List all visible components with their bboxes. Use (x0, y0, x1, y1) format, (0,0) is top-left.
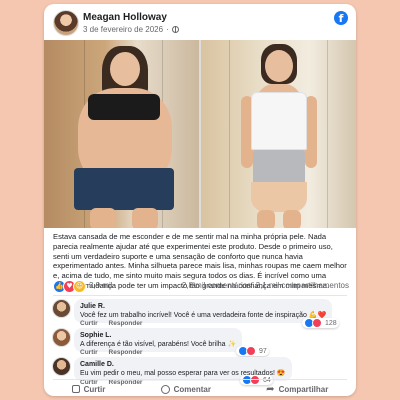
love-reaction-icon (246, 346, 256, 356)
author-avatar[interactable] (53, 10, 79, 36)
meta-separator: · (166, 25, 169, 34)
share-icon: ➦ (266, 383, 275, 395)
comment-like-link[interactable]: Curtir (80, 320, 98, 327)
door-edge (327, 40, 328, 228)
comment-label: Comentar (173, 384, 211, 394)
commenter-name[interactable]: Camille D. (80, 360, 286, 369)
leg (257, 210, 275, 228)
commenter-avatar[interactable] (52, 328, 71, 347)
divider (53, 295, 347, 296)
comments-shares-count[interactable]: 2,8 mil comentários 3,1 mil compartilham… (182, 281, 349, 290)
comment-count[interactable]: 2,8 mil comentários (182, 281, 251, 290)
reaction-icons[interactable]: 👍 ♥ ☺ (53, 280, 86, 293)
post-meta: 3 de fevereiro de 2026 · (83, 25, 179, 34)
comment-text: Você fez um trabalho incrível! Você é um… (80, 312, 327, 319)
comment-text: A diferença é tão visível, parabéns! Voc… (80, 341, 237, 348)
facebook-icon: f (334, 11, 348, 25)
post-date[interactable]: 3 de fevereiro de 2026 (83, 25, 163, 34)
care-reaction-icon: ☺ (73, 280, 86, 293)
commenter-avatar[interactable] (52, 299, 71, 318)
denim-shorts (74, 168, 174, 210)
commenter-avatar[interactable] (52, 357, 71, 376)
comment-button[interactable]: Comentar (160, 382, 211, 396)
comment-reaction-count: 128 (325, 319, 337, 327)
comment-reply-link[interactable]: Responder (109, 320, 143, 327)
commenter-name[interactable]: Sophie L. (80, 331, 236, 340)
author-name[interactable]: Meagan Holloway (83, 12, 167, 23)
share-label: Compartilhar (278, 384, 329, 394)
commenter-name[interactable]: Julie R. (80, 302, 326, 311)
post-card: Meagan Holloway 3 de fevereiro de 2026 ·… (44, 4, 356, 396)
leg (283, 210, 301, 228)
like-label: Curtir (83, 384, 106, 394)
share-button[interactable]: ➦ Compartilhar (266, 382, 328, 396)
shapewear-brief (251, 182, 307, 212)
like-button[interactable]: Curtir (71, 382, 106, 396)
globe-icon (171, 26, 179, 33)
post-stats: 👍 ♥ ☺ 3,9 mil 2,8 mil comentários 3,1 mi… (53, 280, 349, 293)
comment-actions: Curtir Responder (80, 320, 151, 327)
comment-reaction-count: 97 (259, 347, 267, 355)
door-edge (229, 40, 230, 228)
white-tank-top (251, 92, 307, 150)
thumbs-up-icon (71, 385, 80, 393)
comment-like-link[interactable]: Curtir (80, 349, 98, 356)
black-bra (88, 94, 160, 120)
comment-reply-link[interactable]: Responder (109, 349, 143, 356)
before-after-photo[interactable] (44, 40, 356, 228)
leg (90, 208, 116, 228)
divider (53, 379, 347, 380)
comment-actions: Curtir Responder (80, 349, 151, 356)
reaction-count[interactable]: 3,9 mil (89, 281, 113, 290)
love-reaction-icon (312, 318, 322, 328)
before-photo (44, 40, 199, 228)
share-count[interactable]: 3,1 mil compartilhamentos (256, 281, 349, 290)
shapewear (253, 150, 305, 184)
head (265, 50, 293, 82)
post-action-bar: Curtir Comentar ➦ Compartilhar (44, 382, 356, 396)
after-photo (201, 40, 356, 228)
head (110, 52, 140, 86)
comment-icon (160, 384, 170, 394)
comment-reactions[interactable]: 128 (302, 318, 339, 328)
comment-reactions[interactable]: 97 (236, 346, 269, 356)
post-header: Meagan Holloway 3 de fevereiro de 2026 ·… (44, 4, 356, 40)
leg (132, 208, 158, 228)
